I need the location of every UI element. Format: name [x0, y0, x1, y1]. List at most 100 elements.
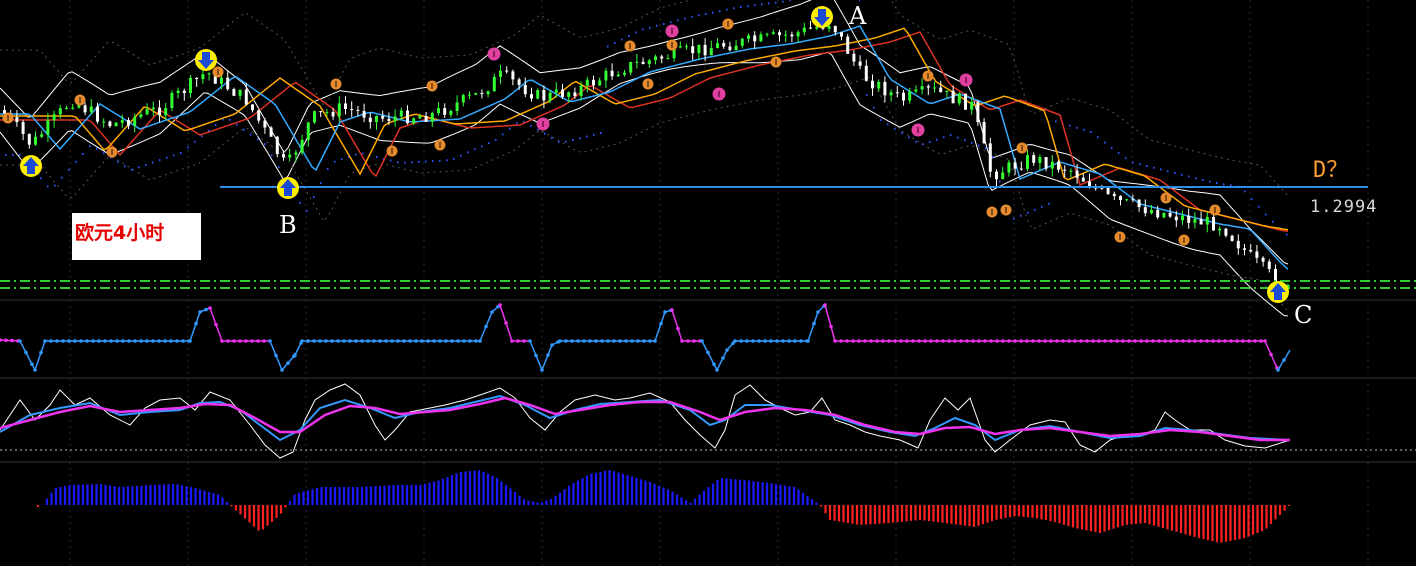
osc1-dot: [893, 339, 897, 343]
osc1-dot: [115, 339, 119, 343]
osc1-dot: [636, 339, 640, 343]
osc1-dot: [474, 339, 478, 343]
osc1-dot: [1211, 339, 1215, 343]
osc1-dot: [659, 321, 663, 326]
candle-body: [827, 25, 831, 29]
osc1-dot: [91, 339, 95, 343]
candle-body: [337, 103, 341, 117]
osc1-dot: [1229, 339, 1233, 343]
osc1-dot: [692, 339, 696, 343]
candle-body: [945, 90, 949, 92]
candle-body: [34, 136, 37, 145]
point-label-c: C: [1294, 301, 1313, 329]
osc1-dot: [935, 339, 939, 343]
candle-body: [802, 27, 806, 33]
osc1-dot: [680, 339, 684, 343]
candle-body: [523, 85, 527, 95]
candle-body: [598, 80, 602, 86]
osc1-dot: [133, 339, 137, 343]
osc1-dot: [612, 339, 616, 343]
osc1-dot: [1193, 339, 1197, 343]
osc1-dot: [1163, 339, 1167, 343]
osc1-dot: [490, 310, 494, 314]
candle-body: [957, 93, 961, 104]
candle-body: [288, 154, 292, 158]
candle-body: [778, 32, 781, 36]
osc1-dot: [781, 339, 785, 343]
candle-body: [455, 102, 459, 112]
candle-body: [461, 95, 465, 103]
candle-body: [468, 94, 471, 96]
osc1-dot: [163, 339, 167, 343]
candle-body: [313, 111, 316, 123]
candle-body: [1137, 199, 1141, 208]
osc1-dot: [244, 339, 248, 343]
osc1-dot: [905, 339, 909, 343]
candle-body: [846, 36, 850, 54]
osc1-dot: [1013, 339, 1017, 343]
candle-body: [1162, 212, 1166, 218]
candle-body: [964, 93, 967, 110]
osc1-dot: [169, 339, 173, 343]
candle-body: [604, 70, 608, 81]
candle-body: [189, 77, 192, 94]
osc1-dot: [504, 321, 508, 325]
osc1-dot: [516, 339, 520, 343]
candle-body: [579, 85, 583, 97]
candle-body: [1218, 228, 1222, 231]
osc1-dot: [1127, 339, 1131, 343]
forex-chart: [0, 0, 1416, 566]
osc1-dot: [971, 339, 975, 343]
osc1-dot: [444, 339, 448, 343]
candle-body: [889, 92, 893, 96]
candle-body: [573, 92, 577, 97]
osc1-dot: [823, 303, 827, 307]
osc1-dot: [238, 339, 242, 343]
osc1-dot: [600, 339, 604, 343]
candle-body: [170, 93, 174, 109]
candle-body: [970, 101, 974, 110]
candle-body: [716, 43, 719, 49]
osc1-dot: [306, 339, 310, 343]
osc1-dot: [1061, 339, 1065, 343]
candle-body: [201, 74, 205, 80]
osc1-dot: [1187, 339, 1191, 343]
osc1-dot: [953, 339, 957, 343]
candle-body: [765, 33, 769, 35]
candle-body: [647, 60, 651, 64]
annotation-box: 欧元4小时: [72, 213, 201, 260]
osc1-dot: [606, 339, 610, 343]
candle-body: [15, 117, 19, 123]
osc1-dot: [414, 339, 418, 343]
candle-body: [1168, 212, 1172, 217]
osc1-dot: [204, 307, 208, 312]
candle-body: [753, 35, 757, 42]
osc1-dot: [594, 339, 598, 343]
osc1-dot: [450, 339, 454, 343]
osc1-dot: [139, 339, 143, 343]
osc1-dot: [540, 368, 544, 372]
candle-body: [387, 118, 391, 122]
candle-body: [96, 106, 99, 122]
osc1-dot: [570, 339, 574, 343]
candle-body: [858, 61, 862, 66]
osc1-dot: [30, 362, 34, 367]
candle-body: [895, 92, 899, 94]
candle-body: [920, 86, 924, 90]
osc1-dot: [274, 353, 278, 358]
osc1-dot: [97, 339, 101, 343]
osc1-dot: [1079, 339, 1083, 343]
osc1-dot: [733, 339, 737, 343]
candle-body: [480, 92, 484, 95]
candle-body: [1199, 219, 1203, 225]
osc1-dot: [1157, 339, 1161, 343]
osc1-dot: [812, 321, 816, 326]
osc1-dot: [510, 339, 514, 343]
osc1-dot: [127, 339, 131, 343]
candle-body: [399, 110, 403, 117]
candle-body: [77, 105, 81, 108]
candle-body: [1243, 248, 1246, 250]
candle-body: [406, 110, 409, 124]
osc1-dot: [478, 339, 482, 343]
candle-body: [809, 27, 812, 29]
